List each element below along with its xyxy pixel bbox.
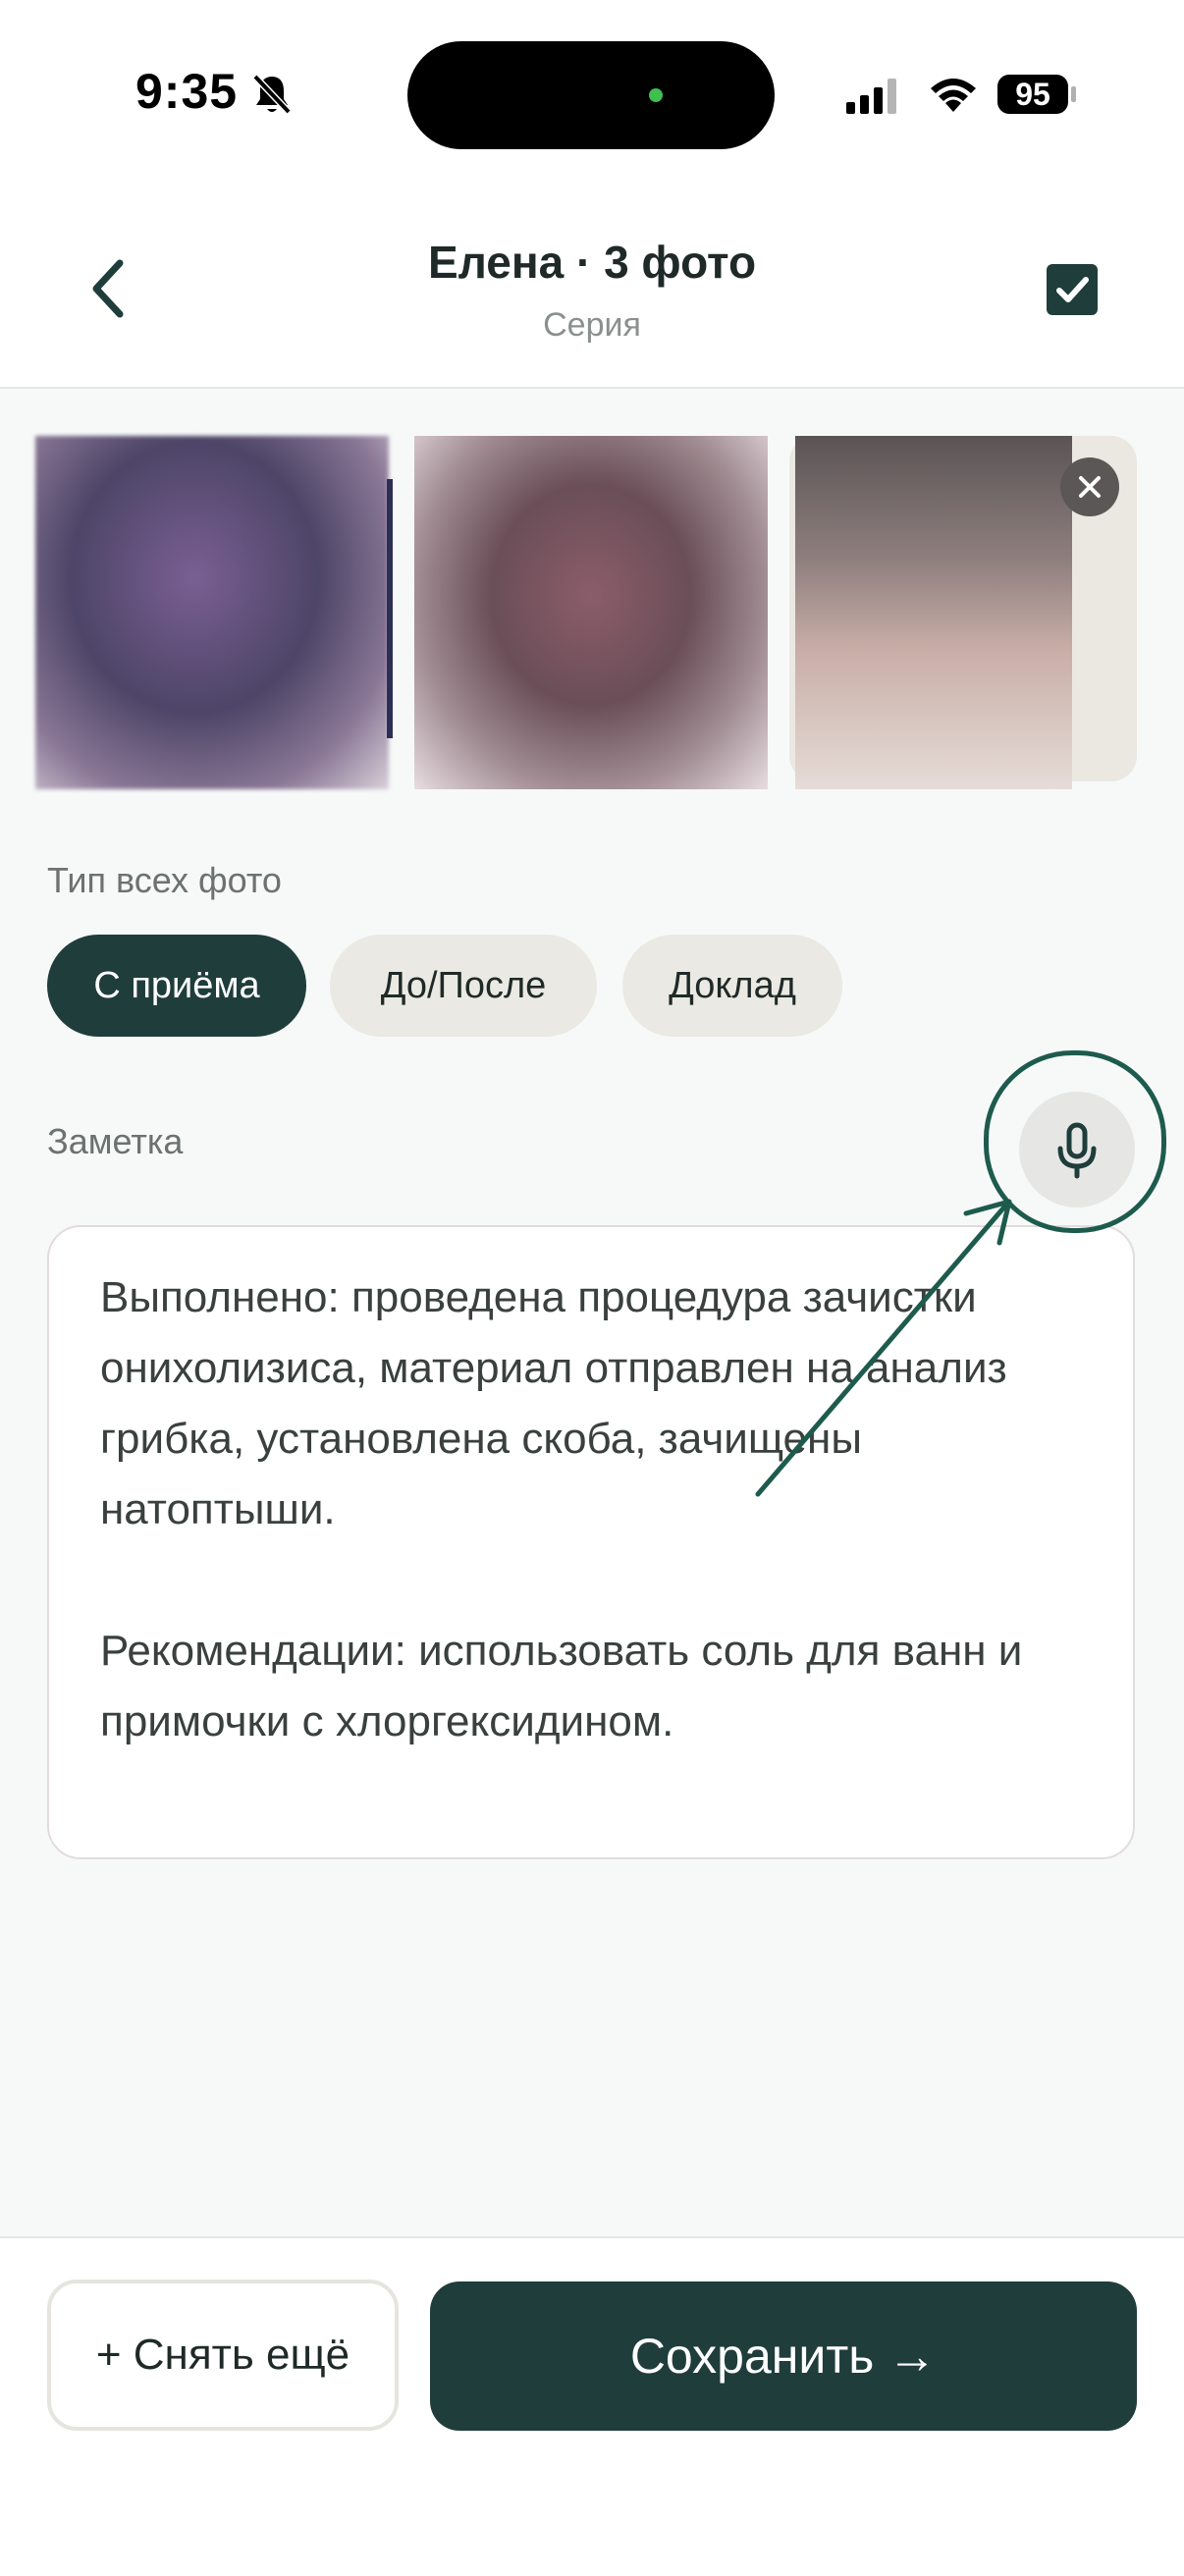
camera-indicator xyxy=(649,88,663,102)
annotation-circle xyxy=(984,1050,1166,1233)
chip-report[interactable]: Доклад xyxy=(622,935,842,1037)
battery-indicator: 95 xyxy=(997,75,1068,114)
confirm-button[interactable] xyxy=(1047,264,1098,315)
battery-cap xyxy=(1071,86,1076,102)
chip-before-after[interactable]: До/После xyxy=(330,935,597,1037)
remove-photo-button[interactable] xyxy=(1060,457,1119,516)
page-subtitle: Серия xyxy=(543,306,641,344)
cellular-signal-icon xyxy=(846,79,896,114)
photo-edge-strip xyxy=(387,479,393,738)
shoot-more-button[interactable]: + Снять ещё xyxy=(47,2280,399,2431)
note-text: Выполнено: проведена процедура зачистки … xyxy=(100,1273,1023,1745)
dynamic-island xyxy=(407,41,775,149)
note-label: Заметка xyxy=(47,1121,184,1161)
photo-thumbnail-2[interactable] xyxy=(414,436,768,789)
silent-mode-icon xyxy=(252,74,292,115)
status-time: 9:35 xyxy=(135,64,239,119)
photo-thumbnail-3[interactable] xyxy=(795,436,1072,789)
chip-from-appointment[interactable]: С приёма xyxy=(47,935,306,1037)
photo-type-label: Тип всех фото xyxy=(47,860,282,900)
close-icon xyxy=(1079,476,1101,498)
checkmark-icon xyxy=(1056,277,1089,302)
page-title: Елена · 3 фото xyxy=(427,237,757,288)
photo-thumbnail-1[interactable] xyxy=(35,436,389,789)
wifi-icon xyxy=(931,79,976,112)
save-button[interactable]: Сохранить → xyxy=(430,2281,1137,2431)
